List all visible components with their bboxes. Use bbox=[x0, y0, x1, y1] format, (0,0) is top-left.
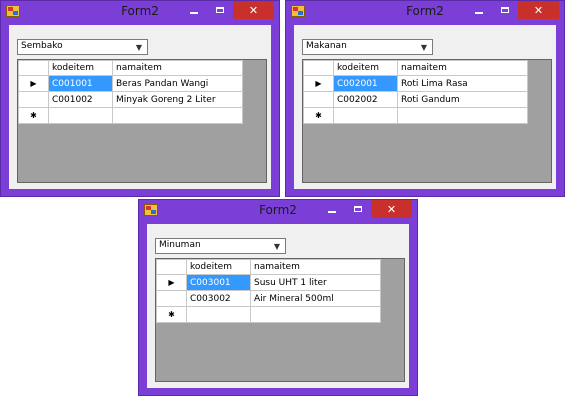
form-client-area: Sembako ▼ kodeitem namaitem ▶ C001001 Be… bbox=[9, 25, 271, 189]
top-left-header-cell[interactable] bbox=[303, 60, 334, 76]
category-combobox[interactable]: Minuman ▼ bbox=[155, 238, 286, 254]
column-header-kodeitem[interactable]: kodeitem bbox=[48, 60, 113, 76]
category-combobox[interactable]: Sembako ▼ bbox=[17, 39, 148, 55]
column-header-kodeitem[interactable]: kodeitem bbox=[186, 259, 251, 275]
cell-kodeitem[interactable]: C002001 bbox=[333, 75, 398, 92]
current-row-icon[interactable]: ▶ bbox=[156, 274, 187, 291]
items-datagridview[interactable]: kodeitem namaitem ▶ C001001 Beras Pandan… bbox=[17, 59, 267, 183]
combobox-value: Minuman bbox=[159, 240, 201, 250]
new-cell-kodeitem[interactable] bbox=[186, 306, 251, 323]
title-bar[interactable]: Form2 ✕ bbox=[286, 1, 564, 25]
column-header-namaitem[interactable]: namaitem bbox=[397, 60, 528, 76]
cell-kodeitem[interactable]: C003002 bbox=[186, 290, 251, 307]
table-row[interactable]: C002002 Roti Gandum bbox=[303, 91, 528, 108]
form2-window-makanan: Form2 ✕ Makanan ▼ kodeitem namaitem ▶ C0… bbox=[285, 0, 565, 197]
new-row[interactable]: ✱ bbox=[18, 107, 243, 124]
current-row-icon[interactable]: ▶ bbox=[303, 75, 334, 92]
new-row-icon[interactable]: ✱ bbox=[303, 107, 334, 124]
table-row[interactable]: C001002 Minyak Goreng 2 Liter bbox=[18, 91, 243, 108]
row-header[interactable] bbox=[303, 91, 334, 108]
maximize-icon bbox=[215, 7, 224, 13]
cell-kodeitem[interactable]: C001001 bbox=[48, 75, 113, 92]
chevron-down-icon[interactable]: ▼ bbox=[418, 42, 430, 53]
items-datagridview[interactable]: kodeitem namaitem ▶ C002001 Roti Lima Ra… bbox=[302, 59, 552, 183]
cell-namaitem[interactable]: Susu UHT 1 liter bbox=[250, 274, 381, 291]
maximize-button[interactable] bbox=[207, 1, 232, 19]
cell-namaitem[interactable]: Roti Lima Rasa bbox=[397, 75, 528, 92]
form-client-area: Makanan ▼ kodeitem namaitem ▶ C002001 Ro… bbox=[294, 25, 556, 189]
column-header-kodeitem[interactable]: kodeitem bbox=[333, 60, 398, 76]
minimize-button[interactable] bbox=[466, 1, 491, 19]
form2-window-minuman: Form2 ✕ Minuman ▼ kodeitem namaitem ▶ C0… bbox=[138, 199, 418, 396]
close-button[interactable]: ✕ bbox=[233, 1, 274, 19]
combobox-value: Makanan bbox=[306, 41, 347, 51]
close-icon: ✕ bbox=[248, 3, 259, 17]
cell-kodeitem[interactable]: C003001 bbox=[186, 274, 251, 291]
close-icon: ✕ bbox=[533, 3, 544, 17]
top-left-header-cell[interactable] bbox=[18, 60, 49, 76]
maximize-icon bbox=[500, 7, 509, 13]
new-cell-namaitem[interactable] bbox=[397, 107, 528, 124]
top-left-header-cell[interactable] bbox=[156, 259, 187, 275]
table-row[interactable]: ▶ C002001 Roti Lima Rasa bbox=[303, 75, 528, 92]
column-header-namaitem[interactable]: namaitem bbox=[250, 259, 381, 275]
new-row[interactable]: ✱ bbox=[156, 306, 381, 323]
minimize-icon bbox=[327, 211, 336, 213]
new-cell-namaitem[interactable] bbox=[112, 107, 243, 124]
minimize-icon bbox=[189, 12, 198, 14]
maximize-button[interactable] bbox=[345, 200, 370, 218]
cell-namaitem[interactable]: Roti Gandum bbox=[397, 91, 528, 108]
column-header-namaitem[interactable]: namaitem bbox=[112, 60, 243, 76]
cell-namaitem[interactable]: Air Mineral 500ml bbox=[250, 290, 381, 307]
minimize-button[interactable] bbox=[181, 1, 206, 19]
items-datagridview[interactable]: kodeitem namaitem ▶ C003001 Susu UHT 1 l… bbox=[155, 258, 405, 382]
close-button[interactable]: ✕ bbox=[518, 1, 559, 19]
new-cell-kodeitem[interactable] bbox=[333, 107, 398, 124]
new-row-icon[interactable]: ✱ bbox=[156, 306, 187, 323]
cell-kodeitem[interactable]: C002002 bbox=[333, 91, 398, 108]
chevron-down-icon[interactable]: ▼ bbox=[133, 42, 145, 53]
form-client-area: Minuman ▼ kodeitem namaitem ▶ C003001 Su… bbox=[147, 224, 409, 388]
row-header[interactable] bbox=[156, 290, 187, 307]
form2-window-sembako: Form2 ✕ Sembako ▼ kodeitem namaitem ▶ C0… bbox=[0, 0, 280, 197]
maximize-button[interactable] bbox=[492, 1, 517, 19]
table-row[interactable]: C003002 Air Mineral 500ml bbox=[156, 290, 381, 307]
cell-namaitem[interactable]: Minyak Goreng 2 Liter bbox=[112, 91, 243, 108]
close-icon: ✕ bbox=[386, 202, 397, 216]
close-button[interactable]: ✕ bbox=[371, 200, 412, 218]
minimize-icon bbox=[474, 12, 483, 14]
title-bar[interactable]: Form2 ✕ bbox=[139, 200, 417, 224]
chevron-down-icon[interactable]: ▼ bbox=[271, 241, 283, 252]
table-row[interactable]: ▶ C001001 Beras Pandan Wangi bbox=[18, 75, 243, 92]
title-bar[interactable]: Form2 ✕ bbox=[1, 1, 279, 25]
cell-namaitem[interactable]: Beras Pandan Wangi bbox=[112, 75, 243, 92]
new-cell-namaitem[interactable] bbox=[250, 306, 381, 323]
table-row[interactable]: ▶ C003001 Susu UHT 1 liter bbox=[156, 274, 381, 291]
current-row-icon[interactable]: ▶ bbox=[18, 75, 49, 92]
combobox-value: Sembako bbox=[21, 41, 63, 51]
new-row[interactable]: ✱ bbox=[303, 107, 528, 124]
minimize-button[interactable] bbox=[319, 200, 344, 218]
maximize-icon bbox=[353, 206, 362, 212]
row-header[interactable] bbox=[18, 91, 49, 108]
category-combobox[interactable]: Makanan ▼ bbox=[302, 39, 433, 55]
new-row-icon[interactable]: ✱ bbox=[18, 107, 49, 124]
new-cell-kodeitem[interactable] bbox=[48, 107, 113, 124]
cell-kodeitem[interactable]: C001002 bbox=[48, 91, 113, 108]
